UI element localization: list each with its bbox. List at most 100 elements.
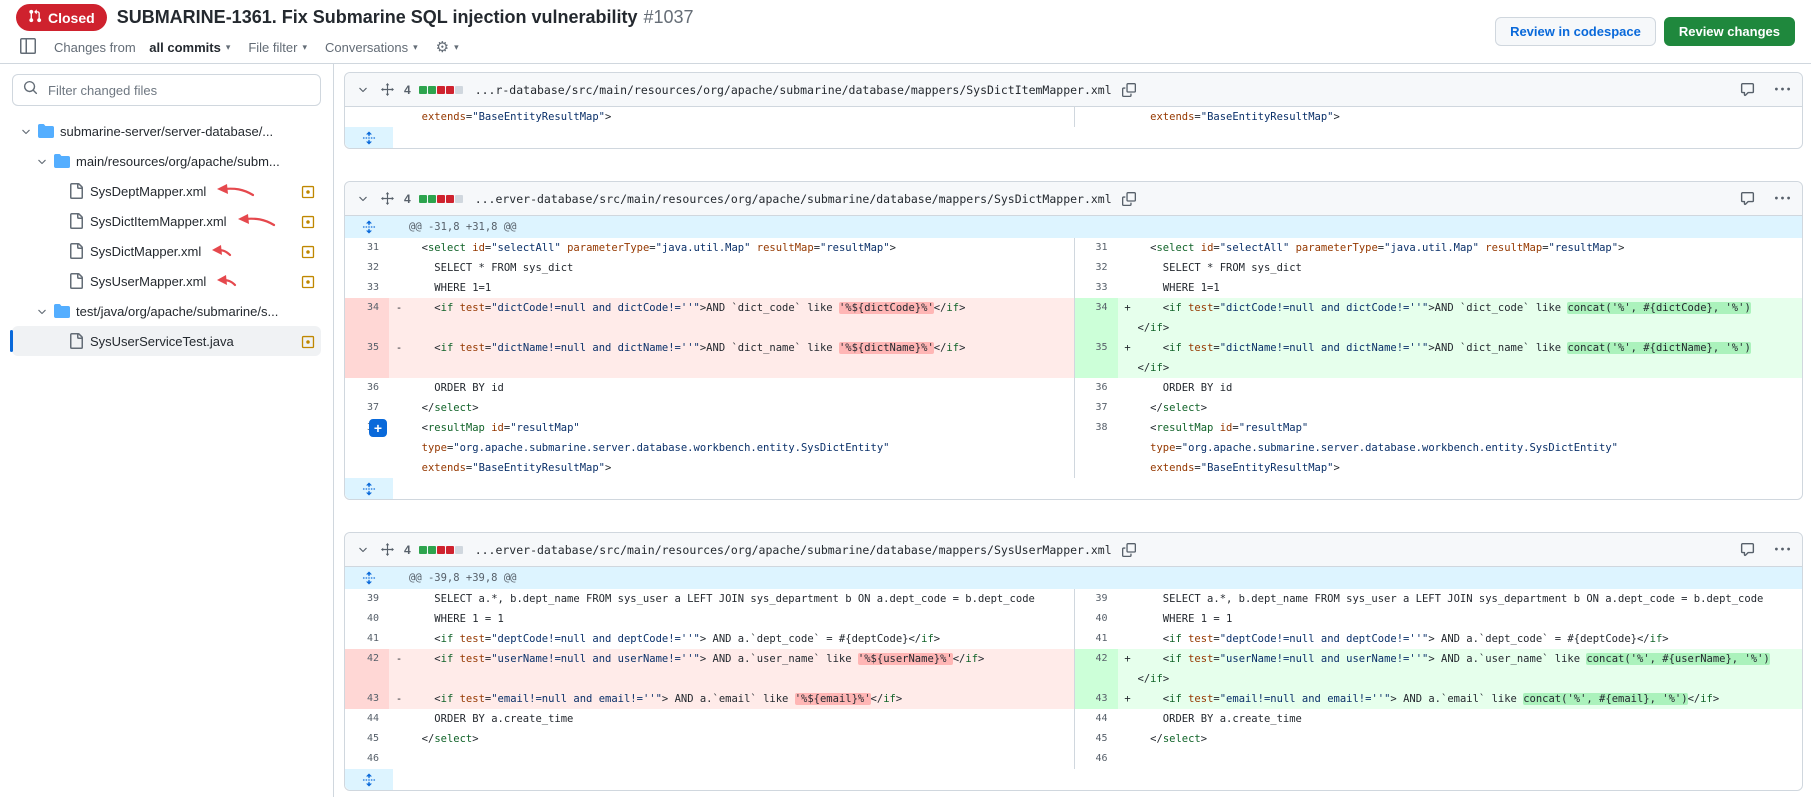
line-number[interactable]: 31 [345,238,389,258]
diff-marker [389,729,409,749]
chevron-down-icon: ▾ [226,42,231,53]
review-changes-button[interactable]: Review changes [1664,17,1795,46]
copy-path-button[interactable] [1120,540,1138,559]
line-number[interactable]: 40 [1074,609,1118,629]
file-options-button[interactable] [1773,80,1792,100]
line-number[interactable]: 39 [1074,589,1118,609]
code-line: </select> [1138,729,1803,749]
word-diff-highlight: '%${dictName}%' [839,342,934,354]
diff-marker [389,258,409,278]
file-modified-icon [301,213,315,229]
tree-item-sysusermapper-xml[interactable]: SysUserMapper.xml [12,266,321,296]
line-number[interactable]: 45 [1074,729,1118,749]
review-in-codespace-button[interactable]: Review in codespace [1495,17,1656,46]
expand-diff-button[interactable] [345,769,393,790]
tree-item-sysuserservicetest-java[interactable]: SysUserServiceTest.java [12,326,321,356]
line-number[interactable]: 44 [345,709,389,729]
collapse-file-button[interactable] [355,80,371,99]
tree-item-sysdictmapper-xml[interactable]: SysDictMapper.xml [12,236,321,266]
diff-marker [389,589,409,609]
code-line: <resultMap id="resultMap" type="org.apac… [1138,418,1803,478]
line-number[interactable]: 43 [345,689,389,709]
file-comment-button[interactable] [1738,189,1757,209]
expand-hunk-button[interactable] [345,567,393,589]
code-line: WHERE 1=1 [409,278,1074,298]
chevron-down-icon [357,82,369,97]
line-number[interactable]: 40 [345,609,389,629]
line-number[interactable]: 33 [1074,278,1118,298]
drag-handle-icon[interactable] [379,188,396,210]
line-number[interactable]: 37 [345,398,389,418]
file-options-button[interactable] [1773,540,1792,560]
copy-path-button[interactable] [1120,80,1138,99]
diff-marker [389,398,409,418]
code-line: ORDER BY id [409,378,1074,398]
line-number[interactable]: 36 [1074,378,1118,398]
line-number[interactable]: 33 [345,278,389,298]
file-filter-input[interactable] [46,82,310,99]
file-comment-button[interactable] [1738,540,1757,560]
file-filter-dropdown[interactable]: File filter▾ [246,38,309,57]
line-number[interactable]: 37 [1074,398,1118,418]
line-number[interactable]: 45 [345,729,389,749]
diff-marker [1118,278,1138,298]
conversations-dropdown[interactable]: Conversations▾ [323,38,420,57]
line-number[interactable]: 32 [345,258,389,278]
line-number[interactable]: 42 [345,649,389,689]
tree-item-label: SysDeptMapper.xml [90,184,206,199]
line-number[interactable]: 46 [1074,749,1118,769]
file-comment-button[interactable] [1738,80,1757,100]
file-path[interactable]: ...r-database/src/main/resources/org/apa… [475,83,1112,97]
line-number[interactable]: 35 [1074,338,1118,378]
collapse-file-button[interactable] [355,189,371,208]
expand-diff-button[interactable] [345,127,393,148]
line-number[interactable]: 36 [345,378,389,398]
line-number[interactable]: 32 [1074,258,1118,278]
diff-marker [389,709,409,729]
gear-icon: ⚙ [436,40,449,55]
collapse-file-button[interactable] [355,540,371,559]
diff-marker: - [389,338,409,378]
expand-hunk-button[interactable] [345,216,393,238]
line-number[interactable]: 35 [345,338,389,378]
pr-status-label: Closed [48,10,95,26]
diff-marker [1118,709,1138,729]
tree-item-main-resources-org-apache-subm[interactable]: main/resources/org/apache/subm... [12,146,321,176]
tree-item-sysdictitemmapper-xml[interactable]: SysDictItemMapper.xml [12,206,321,236]
line-number[interactable]: 44 [1074,709,1118,729]
file-tree-toggle-button[interactable] [18,36,38,59]
drag-handle-icon[interactable] [379,79,396,101]
line-number[interactable]: 31 [1074,238,1118,258]
red-arrow-annotation [210,243,232,259]
line-number[interactable]: 42 [1074,649,1118,689]
line-number[interactable]: 39 [345,589,389,609]
file-options-button[interactable] [1773,189,1792,209]
line-number[interactable] [345,107,389,127]
expand-diff-button[interactable] [345,478,393,499]
file-path[interactable]: ...erver-database/src/main/resources/org… [475,192,1112,206]
line-number[interactable]: 34 [345,298,389,338]
diff-settings-dropdown[interactable]: ⚙▾ [434,38,461,57]
diff-marker [389,749,409,769]
code-line: <if test="dictName!=null and dictName!='… [1138,338,1803,378]
tree-item-test-java-org-apache-submarine-s[interactable]: test/java/org/apache/submarine/s... [12,296,321,326]
file-path[interactable]: ...erver-database/src/main/resources/org… [475,543,1112,557]
copy-path-button[interactable] [1120,189,1138,208]
line-number[interactable]: 38 [1074,418,1118,478]
drag-handle-icon[interactable] [379,539,396,561]
diff-stat-block-neutral [455,546,463,554]
diff-body: extends="BaseEntityResultMap"> extends="… [345,107,1802,148]
tree-item-sysdeptmapper-xml[interactable]: SysDeptMapper.xml [12,176,321,206]
copy-icon [1122,191,1136,206]
tree-item-submarine-server-server-database[interactable]: submarine-server/server-database/... [12,116,321,146]
line-number[interactable]: 41 [1074,629,1118,649]
add-comment-button[interactable]: + [369,419,387,437]
line-number[interactable]: 34 [1074,298,1118,338]
line-number[interactable]: 43 [1074,689,1118,709]
hunk-header-row: @@ -39,8 +39,8 @@ [345,567,1802,589]
line-number[interactable] [1074,107,1118,127]
changes-from-dropdown[interactable]: Changes from all commits▾ [52,38,232,57]
line-number[interactable]: 46 [345,749,389,769]
line-number[interactable]: 41 [345,629,389,649]
code-line [409,749,1074,769]
